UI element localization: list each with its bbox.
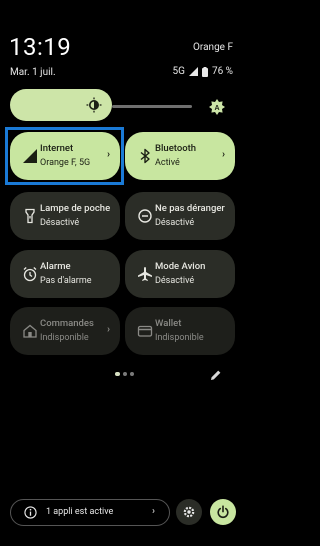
quick-settings-screen: { "status": { "time": "13:19", "carrier"… bbox=[0, 0, 245, 546]
tile-bluetooth[interactable]: Bluetooth Activé › bbox=[125, 132, 235, 180]
gear-icon bbox=[183, 506, 195, 518]
auto-brightness-icon: A bbox=[209, 99, 225, 115]
active-apps-pill[interactable]: 1 appli est active › bbox=[10, 499, 170, 526]
brightness-icon bbox=[86, 97, 102, 113]
tile-lampe-de-poche[interactable]: Lampe de poche Désactivé bbox=[10, 192, 120, 240]
tile-title: Ne pas déranger bbox=[155, 203, 225, 214]
tile-subtitle: Indisponible bbox=[40, 333, 89, 343]
wallet-icon bbox=[137, 323, 153, 339]
alarm-icon bbox=[22, 266, 38, 282]
tile-subtitle: Désactivé bbox=[155, 276, 195, 286]
focus-highlight bbox=[5, 127, 124, 185]
brightness-fill[interactable] bbox=[10, 89, 112, 121]
flashlight-icon bbox=[22, 208, 38, 224]
chevron-right-icon: › bbox=[221, 149, 225, 160]
chevron-right-icon: › bbox=[151, 506, 155, 517]
page-dot bbox=[130, 372, 134, 376]
tile-title: Bluetooth bbox=[155, 143, 197, 154]
tile-subtitle: Indisponible bbox=[155, 333, 204, 343]
tile-subtitle: Désactivé bbox=[40, 218, 80, 228]
tile-wallet[interactable]: Wallet Indisponible bbox=[125, 307, 235, 355]
carrier-name: Orange F bbox=[193, 42, 233, 53]
signal-icon bbox=[188, 67, 198, 76]
date: Mar. 1 juil. bbox=[10, 67, 56, 78]
power-button[interactable] bbox=[210, 499, 236, 525]
settings-button[interactable] bbox=[176, 499, 202, 525]
page-dot-active bbox=[115, 372, 120, 376]
edit-pencil-icon[interactable] bbox=[210, 369, 222, 381]
tile-subtitle: Désactivé bbox=[155, 218, 195, 228]
battery-icon bbox=[201, 66, 208, 77]
bluetooth-icon bbox=[137, 148, 153, 164]
tile-commandes[interactable]: Commandes Indisponible › bbox=[10, 307, 120, 355]
status-icons: 5G 76 % bbox=[173, 66, 233, 77]
chevron-right-icon: › bbox=[106, 324, 110, 335]
tile-ne-pas-d-ranger[interactable]: Ne pas déranger Désactivé bbox=[125, 192, 235, 240]
network-type: 5G bbox=[172, 66, 185, 77]
clock: 13:19 bbox=[9, 33, 72, 61]
tile-alarme[interactable]: Alarme Pas d'alarme bbox=[10, 250, 120, 298]
dnd-icon bbox=[137, 208, 153, 224]
info-icon bbox=[24, 506, 37, 519]
battery-percent: 76 % bbox=[211, 66, 233, 77]
active-apps-label: 1 appli est active bbox=[46, 507, 114, 517]
airplane-icon bbox=[137, 266, 153, 282]
tile-title: Mode Avion bbox=[155, 261, 206, 272]
page-indicator bbox=[115, 372, 134, 376]
tile-title: Wallet bbox=[155, 318, 182, 329]
home-icon bbox=[22, 323, 38, 339]
auto-brightness-label: A bbox=[214, 105, 219, 112]
tile-title: Lampe de poche bbox=[40, 203, 111, 214]
brightness-track[interactable] bbox=[112, 105, 192, 108]
power-icon bbox=[217, 505, 229, 519]
auto-brightness-button[interactable]: A bbox=[204, 94, 230, 120]
tile-mode-avion[interactable]: Mode Avion Désactivé bbox=[125, 250, 235, 298]
tile-title: Commandes bbox=[40, 318, 94, 329]
tile-subtitle: Activé bbox=[155, 158, 180, 168]
tile-title: Alarme bbox=[40, 261, 71, 272]
tile-subtitle: Pas d'alarme bbox=[40, 276, 92, 286]
page-dot bbox=[123, 372, 127, 376]
